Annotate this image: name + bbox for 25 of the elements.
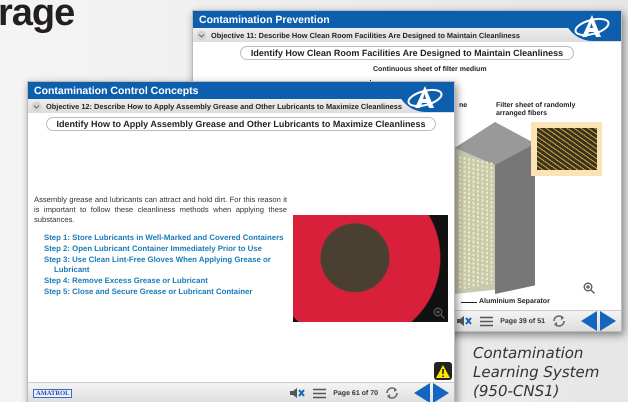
- caption-line: (950-CNS1): [473, 382, 561, 401]
- refresh-icon[interactable]: [385, 386, 399, 400]
- next-arrow-icon[interactable]: [433, 383, 449, 402]
- zoom-in-icon[interactable]: [583, 282, 595, 294]
- refresh-icon[interactable]: [552, 314, 566, 328]
- chevron-down-icon[interactable]: [31, 100, 42, 112]
- letter-a-logo-icon: [573, 13, 611, 39]
- caption-line: Learning System: [473, 363, 600, 382]
- fiber-photo-placeholder: [531, 122, 602, 176]
- previous-arrow-icon[interactable]: [581, 311, 597, 331]
- chevron-down-icon[interactable]: [196, 30, 207, 40]
- window-title: Contamination Prevention: [199, 14, 330, 26]
- caption-line: Contamination: [473, 344, 584, 363]
- menu-icon[interactable]: [313, 388, 326, 398]
- previous-arrow-icon[interactable]: [414, 383, 430, 402]
- lesson-title: Identify How Clean Room Facilities Are Designed to Maintain Cleanliness: [240, 46, 574, 60]
- warning-icon[interactable]: [434, 362, 452, 380]
- letter-a-logo-icon: [406, 84, 444, 110]
- menu-icon[interactable]: [480, 316, 494, 326]
- next-arrow-icon[interactable]: [600, 311, 616, 331]
- lesson-title: Identify How to Apply Assembly Grease and Other Lubricants to Maximize Cleanliness: [46, 117, 436, 131]
- mute-icon[interactable]: [289, 387, 306, 399]
- window-title: Contamination Control Concepts: [34, 84, 198, 96]
- mute-icon[interactable]: [456, 315, 474, 327]
- page-heading: rage: [0, 0, 74, 34]
